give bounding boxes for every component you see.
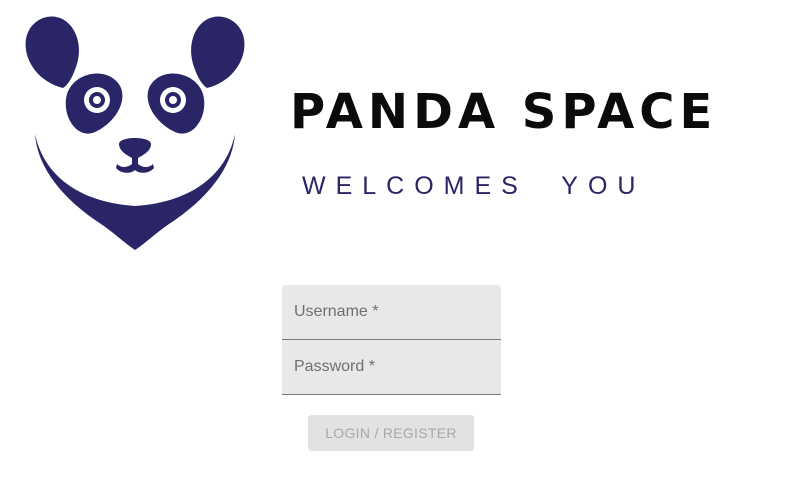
username-field-container <box>282 285 501 340</box>
panda-logo-icon <box>25 16 245 250</box>
brand-tagline: WELCOMES YOU <box>302 172 646 200</box>
panda-right-ear <box>191 16 245 88</box>
password-input[interactable] <box>282 340 501 394</box>
login-register-button[interactable]: LOGIN / REGISTER <box>308 415 474 451</box>
brand-title: PANDA SPACE <box>290 84 718 140</box>
login-page: PANDA SPACE WELCOMES YOU LOGIN / REGISTE… <box>0 0 794 490</box>
password-field-container <box>282 340 501 395</box>
panda-nose <box>116 138 154 173</box>
username-input[interactable] <box>282 285 501 339</box>
panda-left-ear <box>25 16 79 88</box>
login-form <box>282 285 501 395</box>
